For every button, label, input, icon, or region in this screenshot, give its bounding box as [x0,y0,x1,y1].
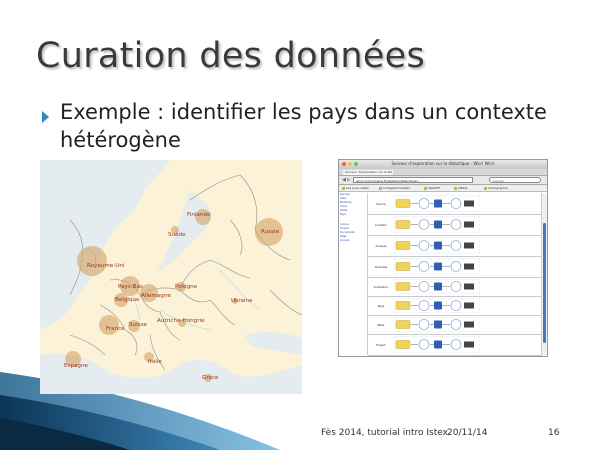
bookmark-item[interactable]: Collège/Inria/Istex [379,185,410,191]
forward-icon[interactable]: ▶ [347,177,351,183]
folder-icon [484,186,487,190]
footer-page-number: 16 [548,428,560,438]
bookmark-item[interactable]: WebDiff [424,185,440,191]
map-label: Autriche-Hongrie [157,318,205,324]
workflow-row: Source [368,193,542,215]
slide-title: Curation des données [36,36,426,76]
map-label: France [106,326,125,332]
search-field[interactable]: Google [489,177,541,183]
folder-icon [424,186,427,190]
workflow-row-label: Analyse [375,243,387,248]
europe-map: Finlande Suède Russie Royaume-Uni Pays-B… [40,160,302,394]
workflow-row: Curation [368,214,542,236]
browser-tabbar: Serveur d'exploration sur la did [339,169,547,176]
workflow-row-label: Indexation [373,284,389,289]
bookmarks-bar: Les plus visités Collège/Inria/Istex Web… [339,185,547,192]
workflow-row-description [484,298,540,313]
workflow-row: Indexation [368,277,542,297]
workflow-row-label: Curation [375,222,387,227]
workflow-row: Pays [368,296,542,316]
scrollbar-thumb[interactable] [543,223,546,343]
browser-sidebar: Serveur Liste Méthode Index Outils Pays … [340,193,365,353]
folder-icon [379,186,382,190]
url-field[interactable]: wicri.univ-lorraine.fr/sandbox/didactiqu… [353,177,473,183]
map-label: Italie [148,359,162,365]
workflow-diagram [393,236,481,255]
workflow-row-label: Export [376,342,386,347]
workflow-diagram [393,257,481,276]
workflow-table: Source Curation Analyse Données Indexation Pa… [367,193,542,356]
workflow-row: Données [368,256,542,278]
workflow-row: Analyse [368,235,542,257]
europe-map-drawing [40,160,302,394]
workflow-row-description [484,237,540,254]
workflow-row-label: Source [376,201,386,206]
workflow-diagram [393,335,481,354]
workflow-row-description [484,336,540,353]
workflow-diagram [393,297,481,314]
workflow-row-label: Base [377,322,385,327]
browser-urlbar: ◀ ▶ wicri.univ-lorraine.fr/sandbox/didac… [339,176,547,185]
map-label: Grèce [202,375,219,381]
slide: Curation des données Exemple : identifie… [0,0,600,450]
bullet-text: Exemple : identifier les pays dans un co… [60,100,547,152]
map-label: Suède [168,232,186,238]
browser-tab[interactable]: Serveur d'exploration sur la did [343,170,393,175]
map-label: Pologne [175,284,198,290]
bookmark-item[interactable]: UBRAL [454,185,468,191]
workflow-row: Export [368,334,542,356]
map-label: Belgique [115,297,140,303]
folder-icon [454,186,457,190]
workflow-row-label: Pays [377,303,385,308]
bookmark-item[interactable]: Cartographie [484,185,508,191]
map-label: Allemagne [141,293,171,299]
browser-window-title: Serveur d'exploration sur la didactique … [391,161,495,166]
scrollbar[interactable] [541,193,547,355]
folder-icon [342,186,345,190]
map-label: Suisse [129,322,147,328]
sidebar-link[interactable]: Accueil [340,239,365,243]
footer-date: 20/11/14 [447,428,488,438]
workflow-row-description [484,317,540,332]
bookmark-item[interactable]: Les plus visités [342,185,369,191]
workflow-row-description [484,279,540,294]
map-label: Pays-Bas [118,284,143,290]
back-icon[interactable]: ◀ [342,177,346,183]
workflow-row-label: Données [374,264,388,269]
workflow-row-description [484,258,540,275]
workflow-row: Base [368,315,542,335]
workflow-diagram [393,194,481,213]
map-label: Russie [261,229,280,235]
workflow-diagram [393,278,481,295]
map-label: Ukraine [231,298,253,304]
map-label: Finlande [187,212,211,218]
workflow-diagram [393,215,481,234]
workflow-diagram [393,316,481,333]
footer-event: Fès 2014, tutorial intro Istex [321,428,448,438]
browser-screenshot: Serveur d'exploration sur la didactique … [338,159,548,357]
workflow-row-description [484,216,540,233]
bullet-arrow-icon [42,111,49,123]
map-label: Espagne [64,363,88,369]
map-label: Royaume-Uni [87,263,125,269]
workflow-row-description [484,195,540,212]
